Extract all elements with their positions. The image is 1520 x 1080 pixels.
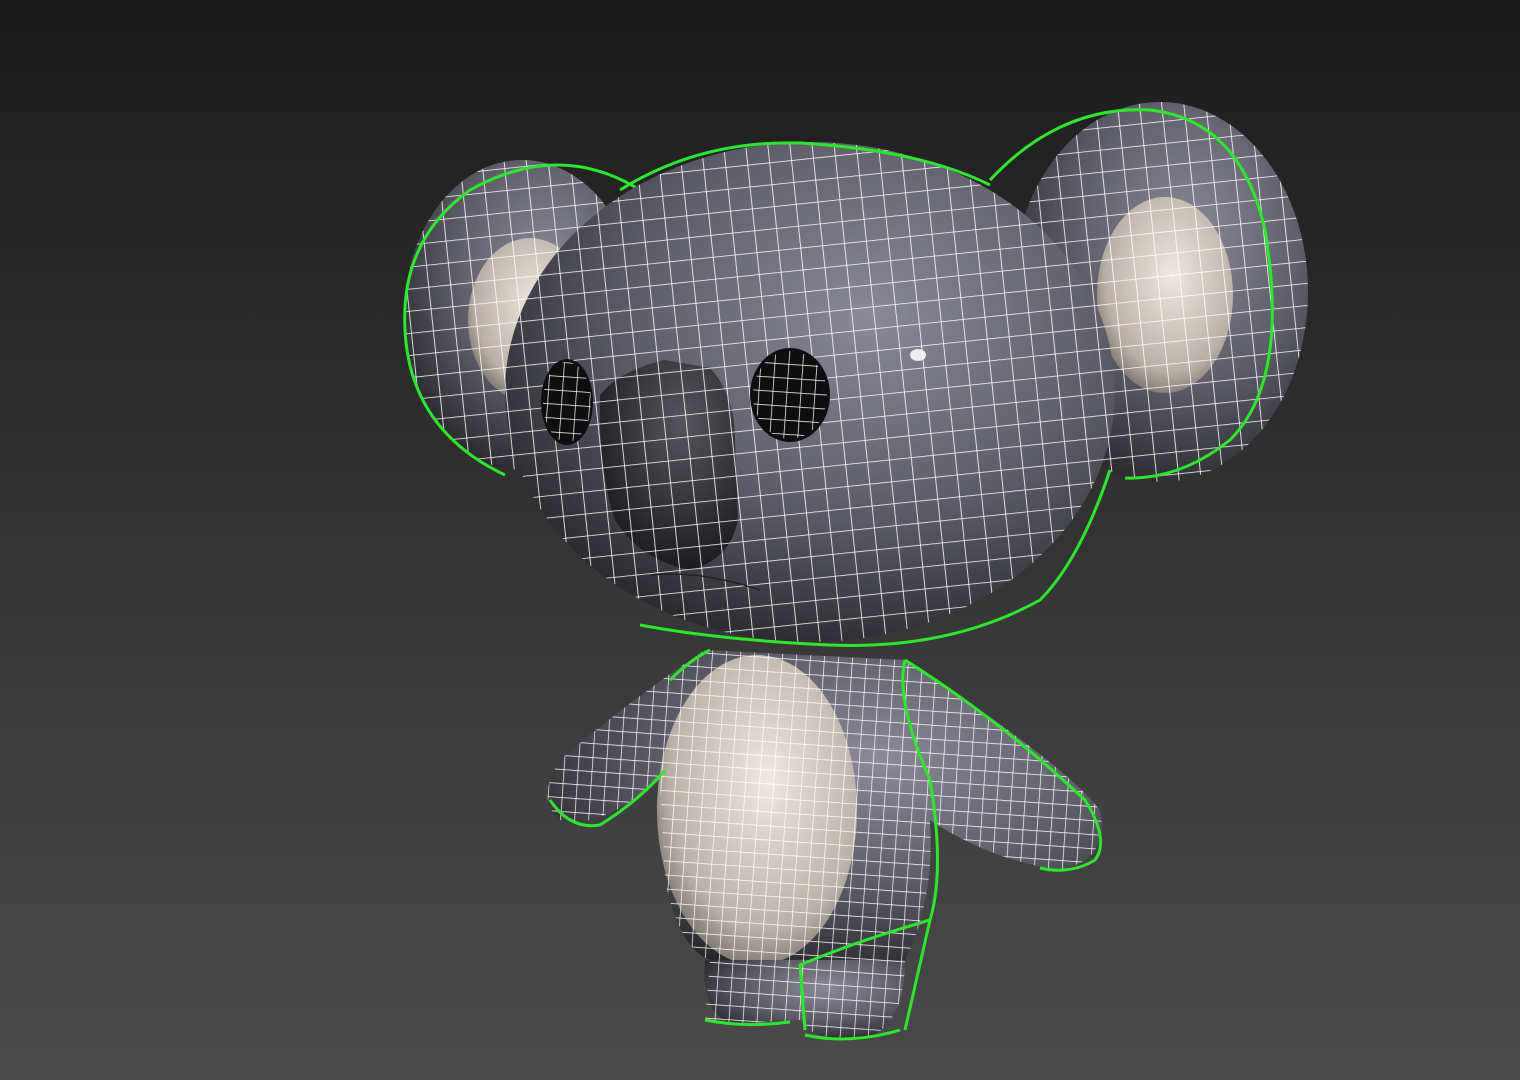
right-eye <box>750 348 830 442</box>
body <box>547 648 1103 1041</box>
koala-model[interactable] <box>0 0 1520 1080</box>
left-eye <box>541 359 593 445</box>
3d-viewport[interactable] <box>0 0 1520 1080</box>
specular-highlight <box>910 349 926 361</box>
